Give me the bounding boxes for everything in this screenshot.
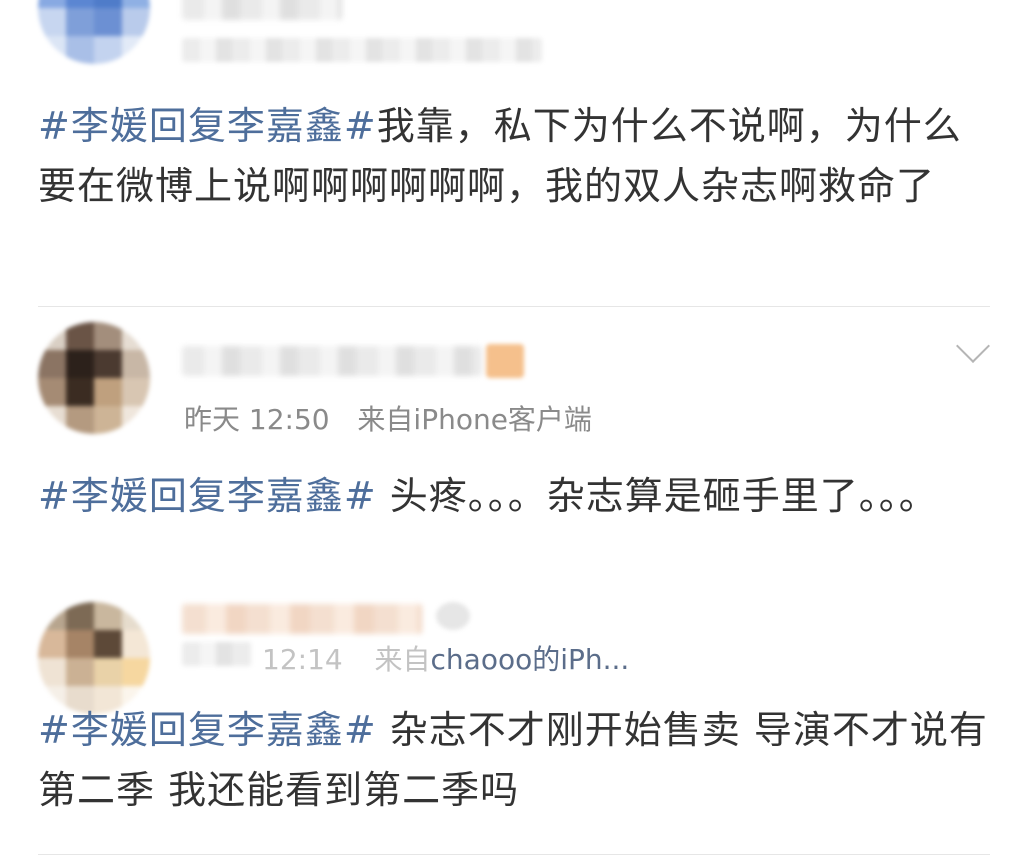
author-name-obscured[interactable] <box>182 0 342 20</box>
post-meta: 12:14 来自chaooo的iPh... <box>262 638 629 678</box>
topic-hashtag[interactable]: #李媛回复李嘉鑫# <box>38 104 377 148</box>
avatar[interactable] <box>38 602 150 714</box>
author-badge-obscured <box>486 344 524 378</box>
vip-icon-obscured <box>436 602 470 630</box>
post-source[interactable]: iPhone客户端 <box>413 403 592 436</box>
post-content[interactable]: #李媛回复李嘉鑫#我靠，私下为什么不说啊，为什么要在微博上说啊啊啊啊啊啊，我的双… <box>38 96 998 216</box>
post-source[interactable]: chaooo的iPh... <box>431 643 630 676</box>
post-content[interactable]: #李媛回复李嘉鑫# 杂志不才刚开始售卖 导演不才说有第二季 我还能看到第二季吗 <box>38 700 998 820</box>
post-content[interactable]: #李媛回复李嘉鑫# 头疼。。。杂志算是砸手里了。。。 <box>38 466 998 526</box>
post-3: 12:14 来自chaooo的iPh... #李媛回复李嘉鑫# 杂志不才刚开始售… <box>0 596 1024 864</box>
source-prefix: 来自 <box>374 643 431 676</box>
author-name-obscured[interactable] <box>182 346 482 376</box>
topic-hashtag[interactable]: #李媛回复李嘉鑫# <box>38 708 377 752</box>
post-meta-obscured <box>182 38 542 62</box>
post-meta: 昨天 12:50 来自iPhone客户端 <box>184 398 592 438</box>
post-text: 头疼。。。杂志算是砸手里了。。。 <box>376 474 938 518</box>
post-2: 昨天 12:50 来自iPhone客户端 #李媛回复李嘉鑫# 头疼。。。杂志算是… <box>0 308 1024 596</box>
post-1: #李媛回复李嘉鑫#我靠，私下为什么不说啊，为什么要在微博上说啊啊啊啊啊啊，我的双… <box>0 0 1024 308</box>
chevron-down-icon[interactable] <box>956 329 990 363</box>
post-time: 昨天 12:50 <box>184 403 330 436</box>
topic-hashtag[interactable]: #李媛回复李嘉鑫# <box>38 474 377 518</box>
post-date-obscured <box>182 642 252 666</box>
avatar[interactable] <box>38 322 150 434</box>
post-time: 12:14 <box>262 643 343 676</box>
divider <box>38 306 990 307</box>
author-name-obscured[interactable] <box>182 604 422 634</box>
divider <box>38 854 990 855</box>
source-prefix: 来自 <box>357 403 414 436</box>
avatar[interactable] <box>38 0 150 64</box>
